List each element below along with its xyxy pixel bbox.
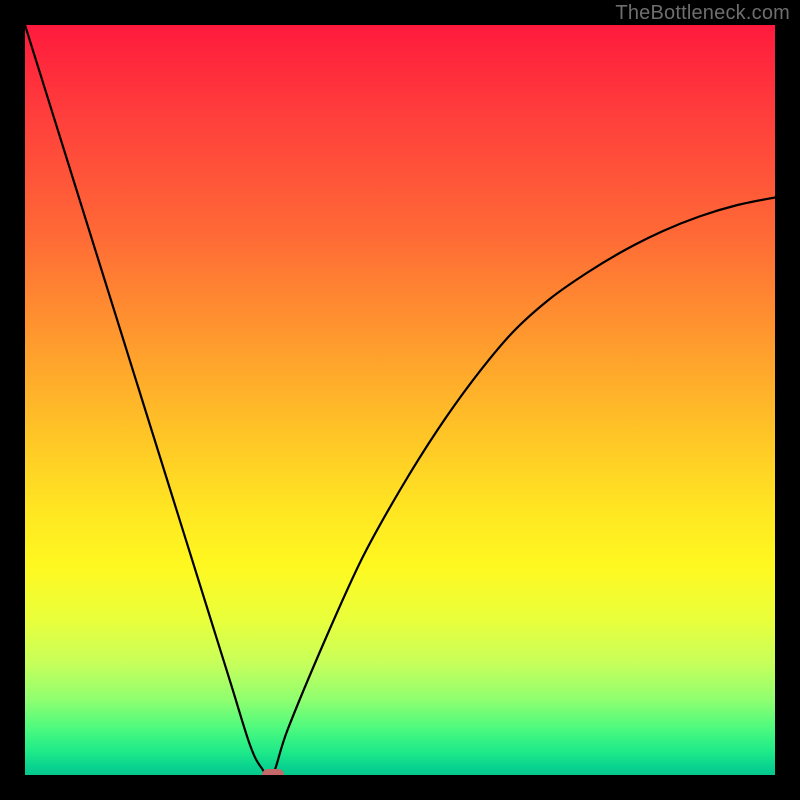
curve-svg (25, 25, 775, 775)
optimal-point-marker (262, 769, 284, 775)
bottleneck-curve (25, 25, 775, 775)
plot-area (25, 25, 775, 775)
watermark-text: TheBottleneck.com (615, 2, 790, 25)
chart-frame: TheBottleneck.com (0, 0, 800, 800)
